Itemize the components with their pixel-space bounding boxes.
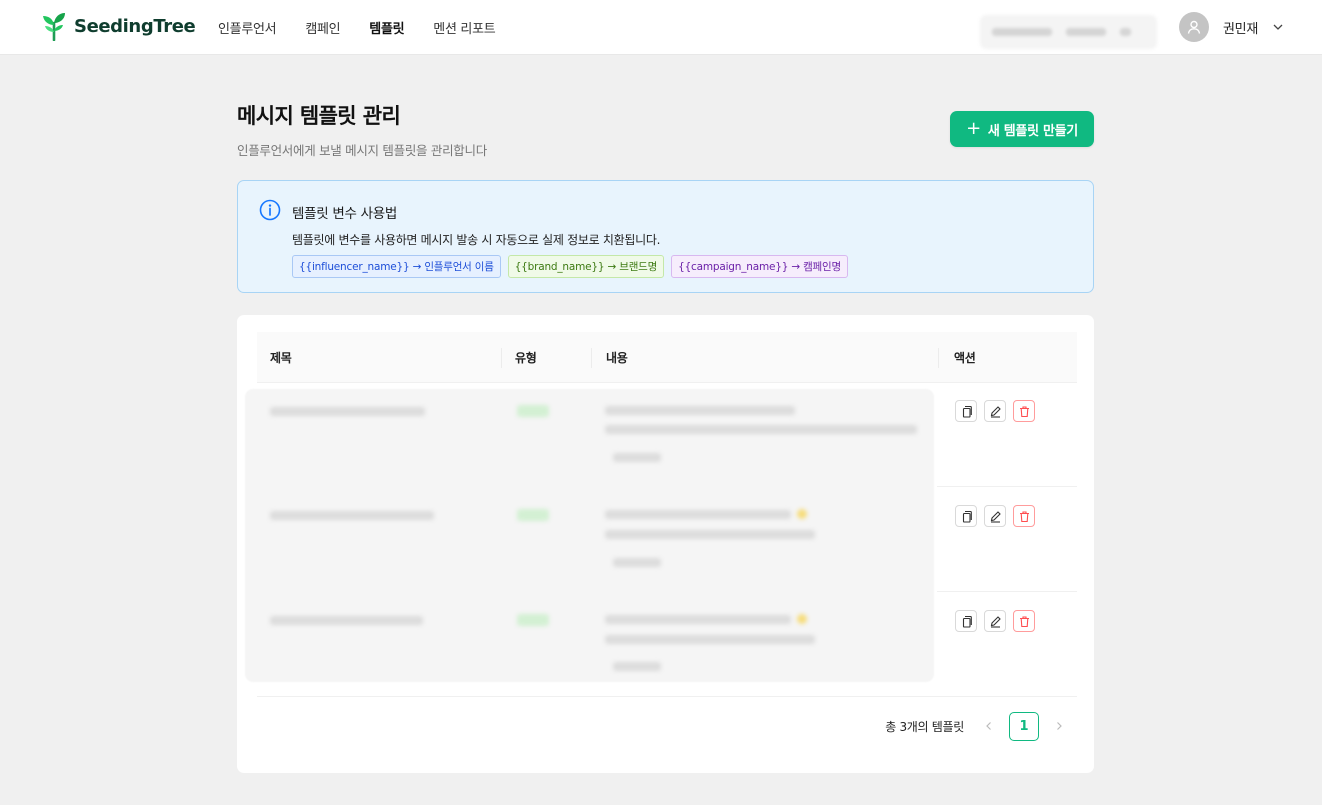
blurred-content [605,425,917,434]
page-number-current[interactable]: 1 [1009,711,1039,741]
page-subtitle: 인플루언서에게 보낼 메시지 템플릿을 관리합니다 [237,143,487,158]
avatar [1179,12,1209,42]
variable-tag-campaign: {{campaign_name}} → 캠페인명 [671,255,848,278]
next-page-button[interactable] [1044,711,1074,741]
user-name: 권민재 [1223,21,1258,37]
blurred-content [613,558,661,567]
variable-tag-brand: {{brand_name}} → 브랜드명 [507,255,665,278]
plus-icon: + [966,118,981,139]
blurred-type-badge [517,614,549,626]
trash-icon [1019,510,1029,522]
row-actions [955,400,1042,422]
column-divider [591,348,592,368]
row-actions [955,610,1042,632]
chevron-right-icon [1057,722,1062,730]
variable-info-box: 템플릿 변수 사용법 템플릿에 변수를 사용하면 메시지 발송 시 자동으로 실… [237,180,1094,293]
copy-button[interactable] [955,505,977,527]
blurred-type-badge [517,405,549,417]
copy-icon [962,510,972,523]
edit-button[interactable] [984,505,1006,527]
nav-item-influencers[interactable]: 인플루언서 [218,18,277,37]
delete-button[interactable] [1013,610,1035,632]
row-divider [937,591,1077,592]
edit-button[interactable] [984,610,1006,632]
blurred-emoji [797,614,807,624]
row-divider [937,486,1077,487]
nav-item-campaigns[interactable]: 캠페인 [305,18,340,37]
blurred-rows-area [245,389,934,682]
table-bottom-divider [257,696,1077,697]
page-title: 메시지 템플릿 관리 [237,104,401,128]
blurred-title [270,511,434,520]
copy-button[interactable] [955,400,977,422]
templates-table-card: 제목 유형 내용 액션 총 3개의 템플릿 1 [237,315,1094,773]
table-header: 제목 유형 내용 액션 [257,332,1077,383]
edit-icon [990,615,1001,628]
blurred-title [270,616,423,625]
column-header-content: 내용 [606,351,628,365]
logo-text: SeedingTree [74,16,196,37]
column-header-actions: 액션 [954,351,976,365]
blurred-emoji [797,509,807,519]
blurred-content [613,662,661,671]
copy-button[interactable] [955,610,977,632]
blurred-content [605,406,795,415]
nav-item-mention-report[interactable]: 멘션 리포트 [433,18,495,37]
info-description: 템플릿에 변수를 사용하면 메시지 발송 시 자동으로 실제 정보로 치환됩니다… [292,233,661,247]
edit-button[interactable] [984,400,1006,422]
column-header-title: 제목 [270,351,292,365]
blurred-content [605,530,815,539]
copy-icon [962,615,972,628]
chevron-left-icon [986,722,991,730]
variable-tags: {{influencer_name}} → 인플루언서 이름 {{brand_n… [292,255,855,278]
trash-icon [1019,405,1029,417]
blurred-content [605,615,791,624]
blurred-content [605,635,815,644]
info-icon [259,199,281,221]
chevron-down-icon [1273,24,1283,30]
blurred-type-badge [517,509,549,521]
variable-tag-influencer: {{influencer_name}} → 인플루언서 이름 [292,255,501,278]
sprout-logo-icon [43,13,65,41]
pagination: 총 3개의 템플릿 1 [885,711,1074,741]
new-template-button[interactable]: + 새 템플릿 만들기 [950,111,1094,147]
main-nav: 인플루언서 캠페인 템플릿 멘션 리포트 [218,0,524,55]
trash-icon [1019,615,1029,627]
user-menu[interactable]: 권민재 [1179,12,1284,42]
delete-button[interactable] [1013,505,1035,527]
new-template-button-label: 새 템플릿 만들기 [987,123,1078,139]
copy-icon [962,405,972,418]
edit-icon [990,405,1001,418]
blurred-content [605,510,791,519]
user-icon [1187,20,1201,34]
logo[interactable]: SeedingTree [41,12,196,41]
delete-button[interactable] [1013,400,1035,422]
column-divider [501,348,502,368]
nav-item-templates[interactable]: 템플릿 [369,18,404,37]
blurred-header-widget[interactable] [980,15,1157,49]
column-header-type: 유형 [515,351,537,365]
blurred-title [270,407,425,416]
row-actions [955,505,1042,527]
top-header: SeedingTree 인플루언서 캠페인 템플릿 멘션 리포트 권민재 [0,0,1322,55]
info-title: 템플릿 변수 사용법 [292,206,397,222]
blurred-content [613,453,661,462]
edit-icon [990,510,1001,523]
column-divider [938,348,939,368]
total-count: 총 3개의 템플릿 [885,719,964,734]
prev-page-button[interactable] [974,711,1004,741]
